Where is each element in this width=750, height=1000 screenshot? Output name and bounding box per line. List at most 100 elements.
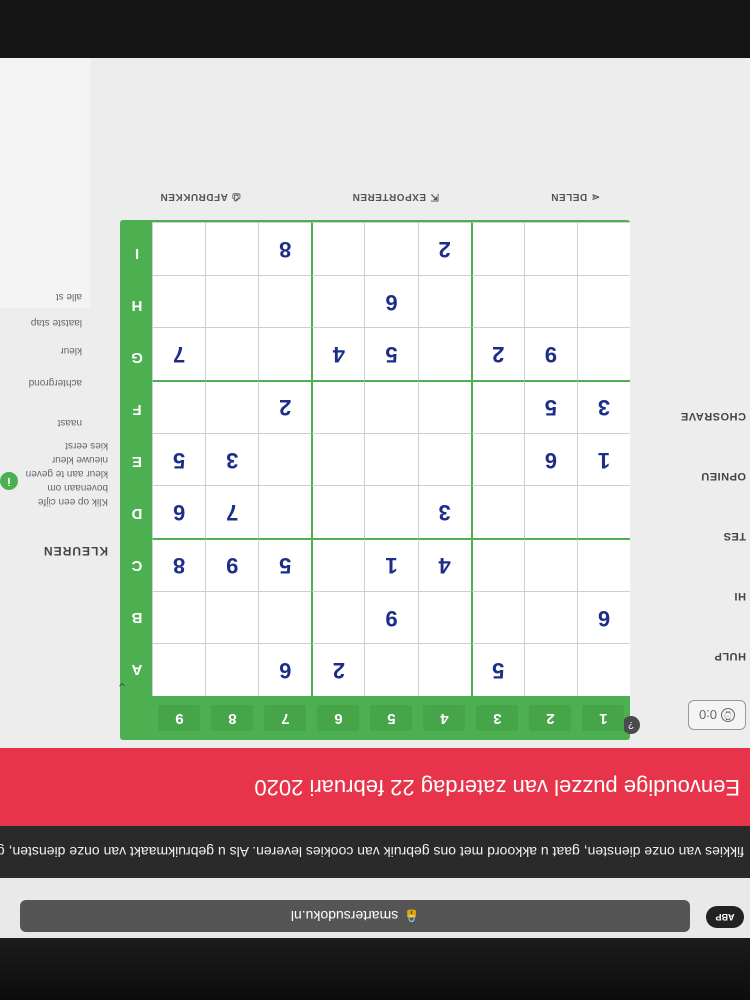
sudoku-cell[interactable]: 6	[576, 590, 630, 644]
sudoku-cell[interactable]: 2	[311, 643, 365, 696]
share-button[interactable]: ⋖ DELEN	[551, 192, 600, 203]
sudoku-cell[interactable]	[364, 485, 418, 538]
sudoku-cell[interactable]: 5	[470, 643, 524, 696]
sudoku-cell[interactable]	[152, 590, 206, 644]
sudoku-cell[interactable]	[576, 222, 630, 275]
sudoku-cell[interactable]	[205, 222, 259, 275]
sudoku-cell[interactable]: 6	[258, 643, 312, 696]
sudoku-cell[interactable]	[311, 538, 365, 591]
adblock-badge[interactable]: ABP	[706, 906, 744, 928]
sudoku-cell[interactable]	[470, 432, 524, 486]
sudoku-cell[interactable]	[523, 222, 577, 275]
sudoku-cell[interactable]: 5	[152, 432, 206, 486]
sudoku-cell[interactable]: 6	[152, 485, 206, 538]
sudoku-cell[interactable]	[205, 590, 259, 644]
sudoku-cell[interactable]: 5	[364, 327, 418, 380]
menu-hint[interactable]: HI	[734, 590, 746, 602]
sudoku-cell[interactable]	[205, 380, 259, 433]
sudoku-cell[interactable]	[576, 274, 630, 328]
sudoku-cell[interactable]	[311, 380, 365, 433]
export-button[interactable]: ⇱ EXPORTEREN	[352, 192, 439, 203]
sudoku-cell[interactable]	[576, 485, 630, 538]
sudoku-cell[interactable]	[258, 590, 312, 644]
setting-item[interactable]: naast	[58, 417, 82, 428]
sudoku-cell[interactable]	[311, 274, 365, 328]
sudoku-cell[interactable]	[576, 643, 630, 696]
sudoku-cell[interactable]: 2	[417, 222, 471, 275]
url-field[interactable]: 🔒 smartersudoku.nl	[20, 900, 690, 932]
sudoku-cell[interactable]	[364, 380, 418, 433]
sudoku-cell[interactable]	[523, 274, 577, 328]
sudoku-cell[interactable]: 5	[523, 380, 577, 433]
sudoku-cell[interactable]: 7	[205, 485, 259, 538]
sudoku-cell[interactable]	[152, 222, 206, 275]
sudoku-cell[interactable]	[470, 590, 524, 644]
sudoku-cell[interactable]	[470, 222, 524, 275]
sudoku-cell[interactable]	[576, 327, 630, 380]
sudoku-cell[interactable]	[258, 274, 312, 328]
sudoku-cell[interactable]	[576, 538, 630, 591]
sudoku-cell[interactable]: 8	[152, 538, 206, 591]
sudoku-cell[interactable]	[523, 590, 577, 644]
sudoku-cell[interactable]	[364, 643, 418, 696]
sudoku-cell[interactable]: 4	[417, 538, 471, 591]
sudoku-cell[interactable]: 9	[364, 590, 418, 644]
sudoku-cell[interactable]	[311, 222, 365, 275]
sudoku-cell[interactable]: 5	[258, 538, 312, 591]
sudoku-cell[interactable]	[258, 485, 312, 538]
sudoku-cell[interactable]	[205, 327, 259, 380]
sudoku-cell[interactable]	[311, 432, 365, 486]
sudoku-cell[interactable]	[417, 643, 471, 696]
sudoku-cell[interactable]	[470, 538, 524, 591]
setting-item[interactable]: laatste stap	[31, 317, 82, 328]
setting-item[interactable]: achtergrond	[29, 377, 82, 388]
sudoku-cell[interactable]	[258, 432, 312, 486]
sudoku-cell[interactable]: 3	[576, 380, 630, 433]
sudoku-cell[interactable]	[417, 590, 471, 644]
menu-test[interactable]: TES	[723, 530, 746, 542]
chevron-down-icon[interactable]: ⌄	[116, 679, 128, 696]
sudoku-cell[interactable]	[152, 380, 206, 433]
sudoku-cell[interactable]	[417, 380, 471, 433]
sudoku-cell[interactable]	[311, 485, 365, 538]
setting-item[interactable]: kleur	[60, 345, 82, 356]
sudoku-cell[interactable]	[417, 274, 471, 328]
menu-shortcuts[interactable]: CHOSRAVE	[680, 410, 746, 422]
menu-help[interactable]: HULP	[714, 650, 746, 662]
sudoku-cell[interactable]: 4	[311, 327, 365, 380]
sudoku-cell[interactable]: 7	[152, 327, 206, 380]
info-icon[interactable]: i	[0, 472, 18, 490]
sudoku-cell[interactable]: 8	[258, 222, 312, 275]
timer[interactable]: ⌚ 0:0	[688, 700, 746, 730]
sudoku-cell[interactable]: 3	[205, 432, 259, 486]
sudoku-cell[interactable]	[470, 485, 524, 538]
sudoku-cell[interactable]	[470, 380, 524, 433]
sudoku-cell[interactable]: 1	[576, 432, 630, 486]
sudoku-cell[interactable]: 6	[523, 432, 577, 486]
sudoku-cell[interactable]: 9	[523, 327, 577, 380]
sudoku-cell[interactable]	[523, 538, 577, 591]
sudoku-cell[interactable]: 9	[205, 538, 259, 591]
sudoku-cell[interactable]	[205, 274, 259, 328]
sudoku-cell[interactable]	[364, 222, 418, 275]
sudoku-cell[interactable]	[523, 485, 577, 538]
menu-reset[interactable]: OPNIEU	[701, 470, 746, 482]
sudoku-cell[interactable]	[311, 590, 365, 644]
sudoku-cell[interactable]	[417, 432, 471, 486]
print-button[interactable]: ⎙ AFDRUKKEN	[160, 192, 240, 203]
sudoku-cell[interactable]: 2	[470, 327, 524, 380]
sudoku-cell[interactable]	[470, 274, 524, 328]
sudoku-cell[interactable]	[152, 643, 206, 696]
sudoku-cell[interactable]: 1	[364, 538, 418, 591]
sudoku-cell[interactable]	[364, 432, 418, 486]
sudoku-cell[interactable]	[205, 643, 259, 696]
row-label: C	[131, 557, 143, 575]
sudoku-cell[interactable]: 6	[364, 274, 418, 328]
sudoku-cell[interactable]	[523, 643, 577, 696]
setting-item[interactable]: alle st	[56, 291, 82, 302]
sudoku-cell[interactable]	[152, 274, 206, 328]
sudoku-cell[interactable]	[417, 327, 471, 380]
sudoku-cell[interactable]: 2	[258, 380, 312, 433]
sudoku-cell[interactable]: 3	[417, 485, 471, 538]
sudoku-cell[interactable]	[258, 327, 312, 380]
